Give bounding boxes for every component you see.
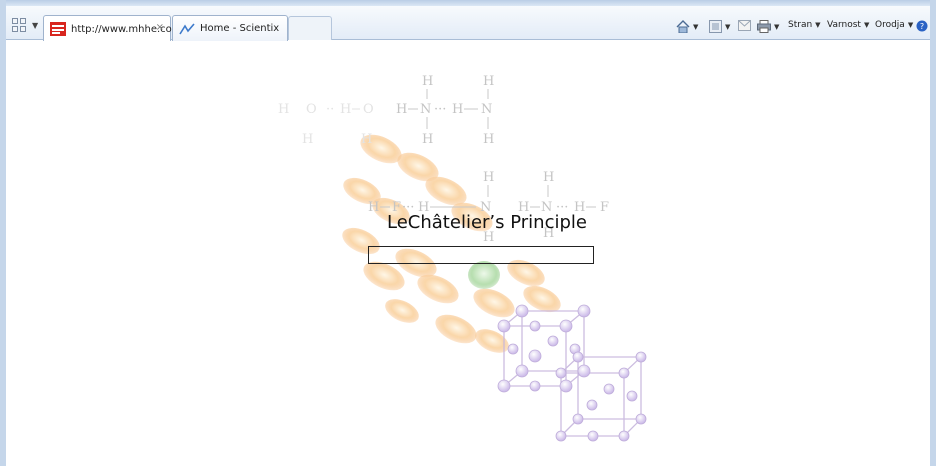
window-frame xyxy=(0,0,936,466)
